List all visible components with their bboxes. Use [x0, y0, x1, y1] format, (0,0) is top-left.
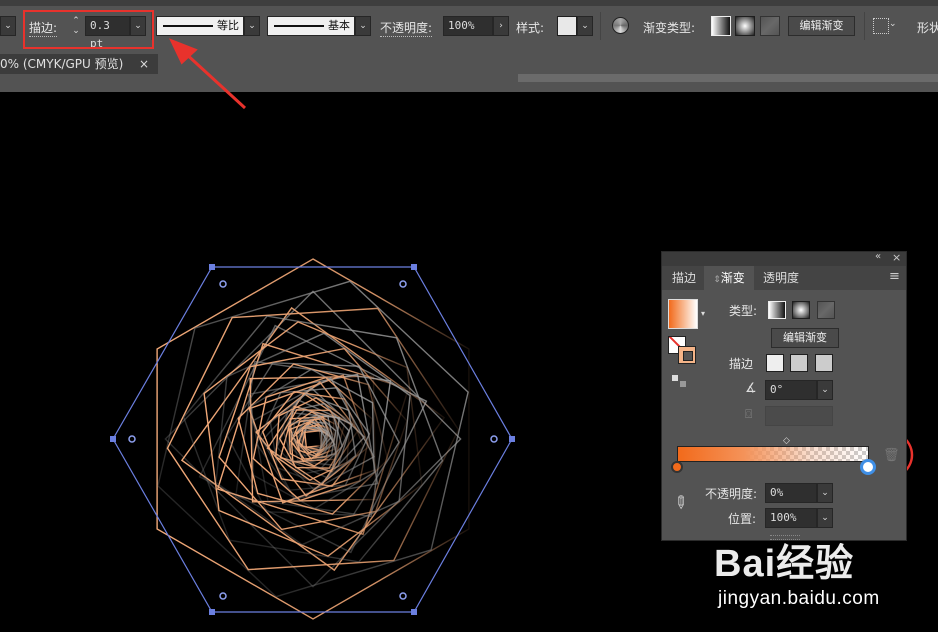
gradient-stop-start[interactable] [671, 461, 683, 473]
stop-opacity-field[interactable]: 0% [765, 483, 817, 503]
angle-field[interactable]: 0° [765, 380, 817, 400]
stroke-across-icon[interactable] [815, 354, 833, 372]
gradient-stop-end-selected[interactable] [860, 459, 876, 475]
stroke-within-icon[interactable] [766, 354, 784, 372]
aspect-ratio-icon: ⌼ [745, 407, 753, 421]
stroke-swatch[interactable] [678, 346, 696, 364]
panel-header [662, 252, 906, 266]
tab-gradient[interactable]: ⇕渐变 [704, 266, 754, 290]
stroke-label: 描边 [729, 357, 754, 371]
panel-menu-icon[interactable]: ≡ [889, 269, 900, 284]
opacity-dropdown[interactable]: ⌄ [817, 483, 833, 503]
type-label: 类型: [729, 304, 758, 318]
linear-gradient-icon[interactable] [768, 301, 786, 319]
stroke-swatch-inner [683, 351, 693, 361]
angle-icon: ∡ [745, 381, 757, 396]
watermark-logo: Bai经验 [714, 532, 854, 587]
gradient-slider[interactable] [677, 446, 869, 462]
gradient-thumbnail[interactable] [668, 299, 698, 329]
tab-transparency[interactable]: 透明度 [757, 266, 805, 290]
icon-part [672, 375, 678, 381]
angle-dropdown[interactable]: ⌄ [817, 380, 833, 400]
watermark-url: jingyan.baidu.com [718, 588, 880, 609]
tab-gradient-label: 渐变 [720, 271, 745, 285]
chevron-down-icon[interactable]: ▾ [701, 309, 705, 318]
close-icon[interactable]: × [892, 251, 901, 264]
midpoint-diamond-icon[interactable]: ◇ [783, 436, 790, 446]
edit-gradient-button[interactable]: 编辑渐变 [771, 328, 839, 348]
tab-stroke[interactable]: 描边 [666, 266, 702, 290]
watermark-logo-text: Bai经验 [714, 543, 855, 585]
aspect-ratio-field-disabled [765, 406, 833, 426]
icon-part [680, 381, 686, 387]
stroke-along-icon[interactable] [790, 354, 808, 372]
position-dropdown[interactable]: ⌄ [817, 508, 833, 528]
opacity-label: 不透明度: [705, 487, 758, 501]
delete-stop-icon[interactable]: 🗑 [883, 448, 900, 463]
collapse-icon[interactable]: « [875, 251, 881, 262]
reverse-gradient-icon[interactable] [672, 375, 688, 389]
stop-position-field[interactable]: 100% [765, 508, 817, 528]
stepper-icon: ⇕ [713, 275, 721, 285]
freeform-gradient-icon[interactable] [817, 301, 835, 319]
position-label: 位置: [728, 512, 757, 526]
radial-gradient-icon[interactable] [792, 301, 810, 319]
